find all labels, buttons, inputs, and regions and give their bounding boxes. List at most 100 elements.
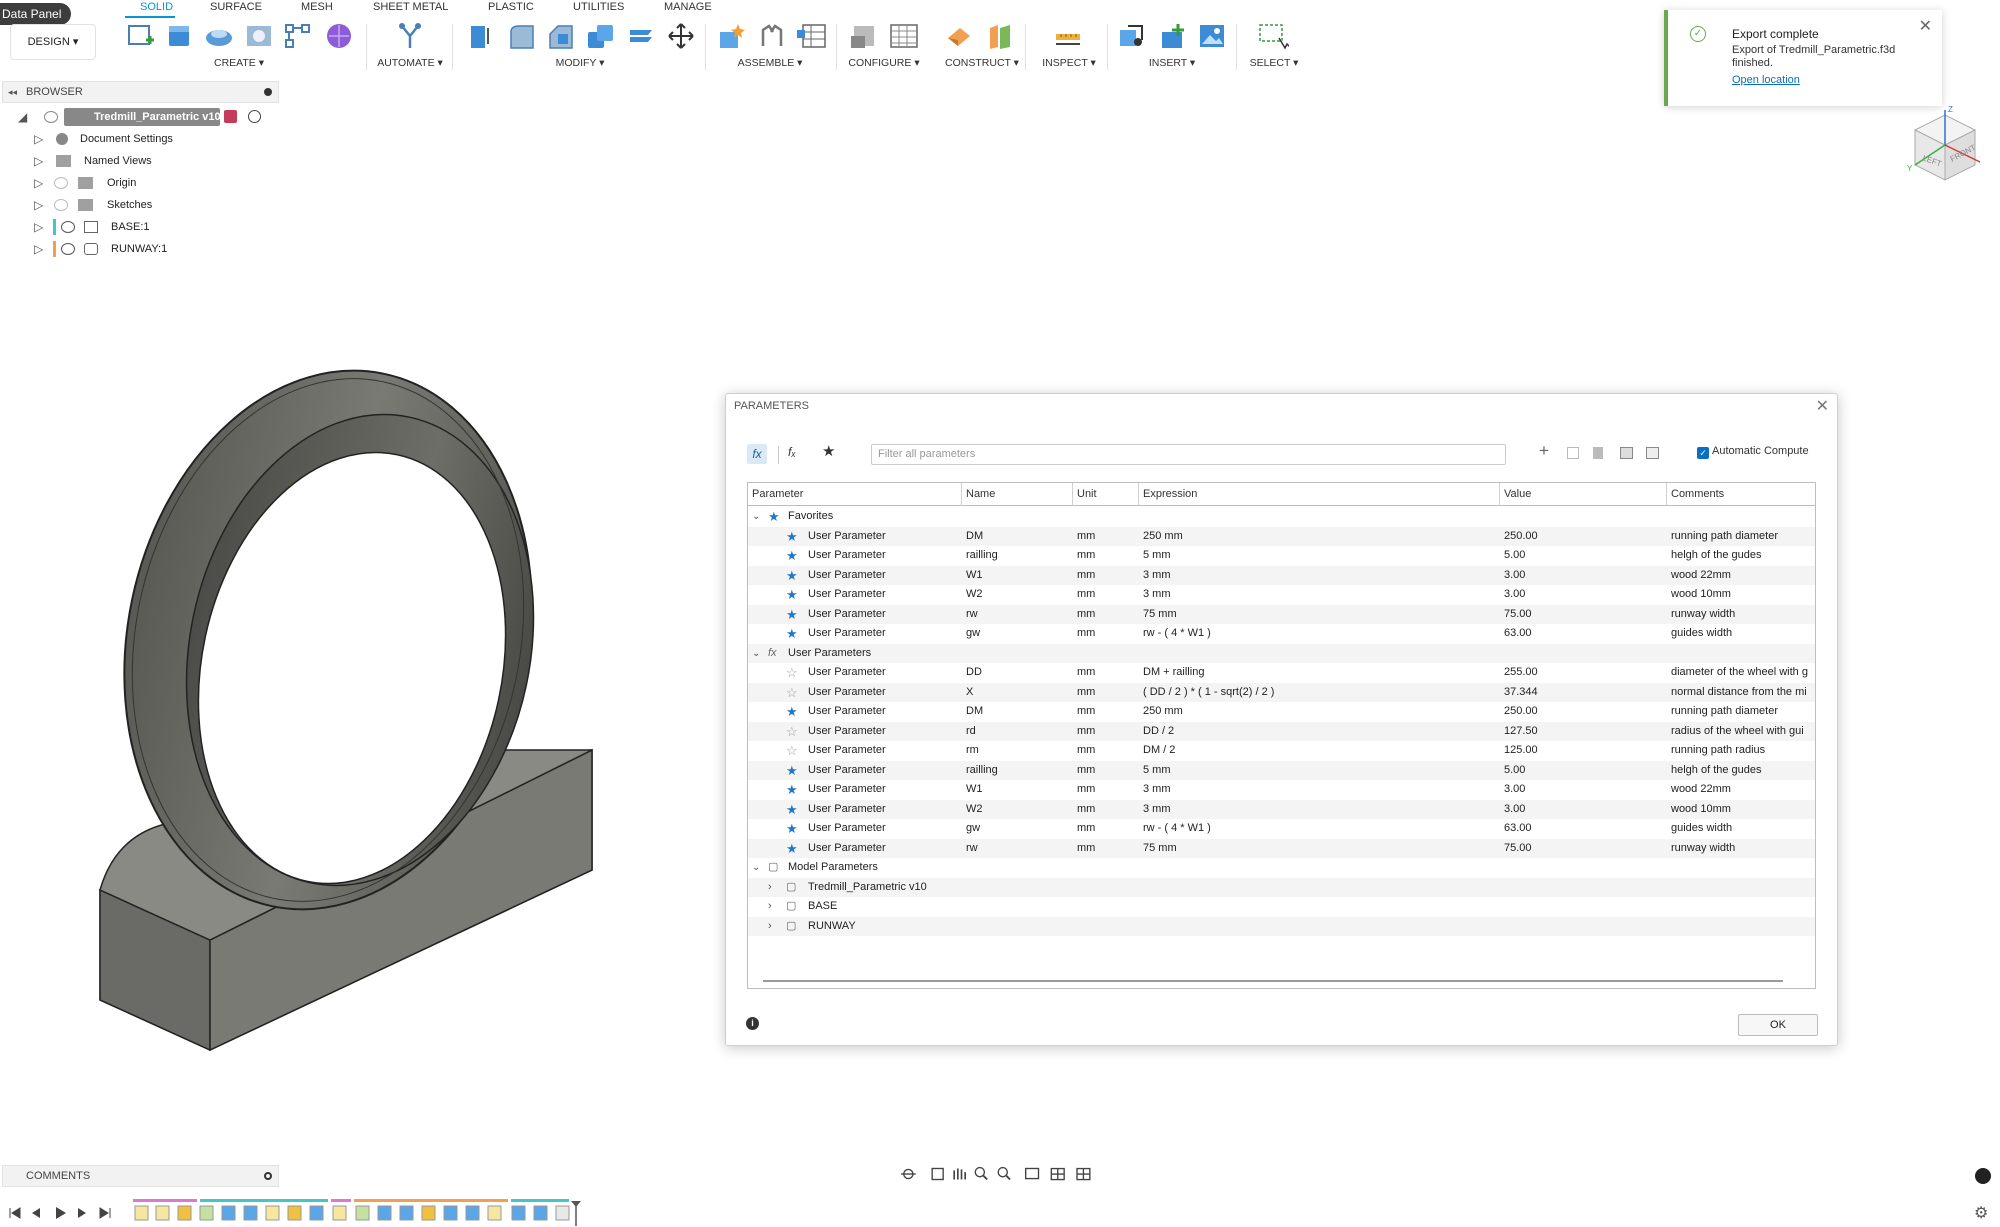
insert-menu[interactable]: INSERT ▾: [1149, 57, 1195, 69]
display-settings-icon[interactable]: [1024, 1167, 1040, 1180]
measure-icon[interactable]: [1053, 22, 1083, 50]
col-parameter[interactable]: Parameter: [748, 483, 962, 506]
cell-name[interactable]: gw: [966, 819, 980, 839]
col-name[interactable]: Name: [962, 483, 1073, 506]
open-location-link[interactable]: Open location: [1732, 74, 1800, 86]
configure-menu[interactable]: CONFIGURE ▾: [848, 57, 919, 69]
assemble-menu[interactable]: ASSEMBLE ▾: [738, 57, 803, 69]
move-icon[interactable]: [666, 22, 696, 50]
cell-name[interactable]: W2: [966, 585, 983, 605]
model-parameter-group[interactable]: › ▢ RUNWAY: [748, 916, 1815, 936]
cell-name[interactable]: railling: [966, 546, 998, 566]
timeline-prev-icon[interactable]: [32, 1208, 40, 1218]
table-row[interactable]: ☆ User Parameter rd mm DD / 2 127.50 radius of…: [748, 721, 1817, 742]
comments-panel-header[interactable]: COMMENTS: [2, 1165, 279, 1187]
copy-parameter-icon[interactable]: [1567, 447, 1579, 459]
section-row-model[interactable]: ⌄ ▢ Model Parameters: [748, 858, 1815, 878]
form-icon[interactable]: [324, 22, 354, 50]
favorite-star-icon[interactable]: ★: [786, 607, 798, 622]
cell-comment[interactable]: normal distance from the mi: [1671, 683, 1817, 703]
favorite-star-icon[interactable]: ☆: [786, 685, 798, 700]
collapse-panel-icon[interactable]: ◂◂: [8, 82, 17, 102]
col-comments[interactable]: Comments: [1667, 483, 1817, 506]
combine-icon[interactable]: [585, 22, 617, 50]
favorite-star-icon[interactable]: ★: [786, 841, 798, 856]
workspace-switcher[interactable]: DESIGN ▾: [10, 24, 96, 60]
favorite-star-icon[interactable]: ★: [786, 587, 798, 602]
automate-icon[interactable]: [395, 22, 425, 50]
cell-comment[interactable]: runway width: [1671, 605, 1817, 625]
view-cube[interactable]: LEFT FRONT Y Z: [1900, 100, 1990, 190]
timeline-last-icon[interactable]: [99, 1207, 111, 1219]
expand-triangle-icon[interactable]: ▷: [34, 216, 43, 238]
cell-comment[interactable]: radius of the wheel with gui: [1671, 722, 1817, 742]
tab-manage[interactable]: MANAGE: [664, 1, 712, 13]
orbit-icon[interactable]: [901, 1168, 916, 1180]
insert-mesh-icon[interactable]: [1158, 22, 1188, 50]
checkbox-checked-icon[interactable]: ✓: [1697, 447, 1709, 459]
cell-name[interactable]: W2: [966, 800, 983, 820]
insert-image-icon[interactable]: [1197, 22, 1227, 50]
tree-item-runway[interactable]: ▷ RUNWAY:1: [0, 238, 290, 260]
cell-name[interactable]: X: [966, 683, 973, 703]
tab-mesh[interactable]: MESH: [301, 1, 333, 13]
cell-expr[interactable]: 5 mm: [1143, 761, 1171, 781]
cell-expr[interactable]: 75 mm: [1143, 839, 1177, 859]
visibility-eye-icon[interactable]: [61, 221, 75, 233]
visibility-eye-icon[interactable]: [44, 111, 58, 123]
table-row[interactable]: ★ User Parameter DM mm 250 mm 250.00 running p…: [748, 526, 1815, 547]
model-parameter-group[interactable]: › ▢ BASE: [748, 897, 1815, 917]
automatic-compute-checkbox[interactable]: ✓ Automatic Compute: [1697, 445, 1809, 459]
show-all-fx-icon[interactable]: fx: [747, 444, 767, 464]
favorite-star-icon[interactable]: ★: [786, 548, 798, 563]
table-row[interactable]: ★ User Parameter W1 mm 3 mm 3.00 wood 22mm: [748, 780, 1815, 800]
favorite-star-icon[interactable]: ★: [786, 763, 798, 778]
table-row[interactable]: ★ User Parameter W2 mm 3 mm 3.00 wood 10mm: [748, 799, 1815, 820]
tree-item-document-settings[interactable]: ▷ Document Settings: [0, 128, 290, 150]
cell-comment[interactable]: guides width: [1671, 819, 1817, 839]
cell-name[interactable]: rw: [966, 605, 978, 625]
cell-name[interactable]: rd: [966, 722, 976, 742]
tree-item-origin[interactable]: ▷ Origin: [0, 172, 290, 194]
visibility-eye-icon[interactable]: [61, 243, 75, 255]
configure-table-icon[interactable]: [795, 22, 827, 50]
cell-expr[interactable]: rw - ( 4 * W1 ): [1143, 819, 1211, 839]
cell-expr[interactable]: 75 mm: [1143, 605, 1177, 625]
timeline-first-icon[interactable]: [9, 1207, 21, 1219]
cell-expr[interactable]: rw - ( 4 * W1 ): [1143, 624, 1211, 644]
look-at-icon[interactable]: [931, 1167, 944, 1181]
cell-comment[interactable]: helgh of the gudes: [1671, 546, 1817, 566]
table-row[interactable]: ☆ User Parameter Xmm ( DD / 2 ) * ( 1 - sqr…: [748, 682, 1817, 703]
cell-name[interactable]: railling: [966, 761, 998, 781]
add-parameter-icon[interactable]: +: [1539, 441, 1549, 461]
expand-chevron-icon[interactable]: ›: [768, 897, 772, 917]
close-icon[interactable]: ✕: [1816, 396, 1829, 416]
cell-comment[interactable]: running path diameter: [1671, 702, 1817, 722]
cell-name[interactable]: DM: [966, 527, 983, 547]
table-row[interactable]: ★ User Parameter rw mm 75 mm 75.00 runway widt…: [748, 838, 1815, 859]
collapse-chevron-icon[interactable]: ⌄: [752, 507, 760, 527]
cell-expr[interactable]: 5 mm: [1143, 546, 1171, 566]
configure-icon[interactable]: [848, 22, 878, 50]
import-icon[interactable]: [1620, 447, 1633, 459]
favorite-star-icon[interactable]: ★: [786, 626, 798, 641]
zoom-icon[interactable]: [974, 1166, 988, 1181]
table-row[interactable]: ★ User Parameter gw mm rw - ( 4 * W1 ) 63.00 g…: [748, 624, 1815, 644]
expand-triangle-icon[interactable]: ▷: [34, 172, 43, 194]
inspect-menu[interactable]: INSPECT ▾: [1042, 57, 1096, 69]
select-window-icon[interactable]: [1257, 22, 1291, 50]
timeline-next-icon[interactable]: [78, 1208, 86, 1218]
table-row[interactable]: ★ User Parameter railling mm 5 mm 5.00 helgh o…: [748, 760, 1815, 781]
favorite-star-icon[interactable]: ☆: [786, 724, 798, 739]
cell-expr[interactable]: 3 mm: [1143, 566, 1171, 586]
cell-name[interactable]: DM: [966, 702, 983, 722]
favorite-star-icon[interactable]: ★: [786, 782, 798, 797]
table-row[interactable]: ★ User Parameter W1 mm 3 mm 3.00 wood 22mm: [748, 565, 1815, 586]
expand-triangle-icon[interactable]: ▷: [34, 238, 43, 260]
grid-settings-icon[interactable]: [1050, 1167, 1065, 1181]
cell-comment[interactable]: wood 22mm: [1671, 780, 1817, 800]
ok-button[interactable]: OK: [1738, 1014, 1818, 1036]
expand-triangle-icon[interactable]: ▷: [34, 128, 43, 150]
horizontal-scrollbar[interactable]: [763, 980, 1783, 982]
press-pull-icon[interactable]: [466, 22, 496, 50]
